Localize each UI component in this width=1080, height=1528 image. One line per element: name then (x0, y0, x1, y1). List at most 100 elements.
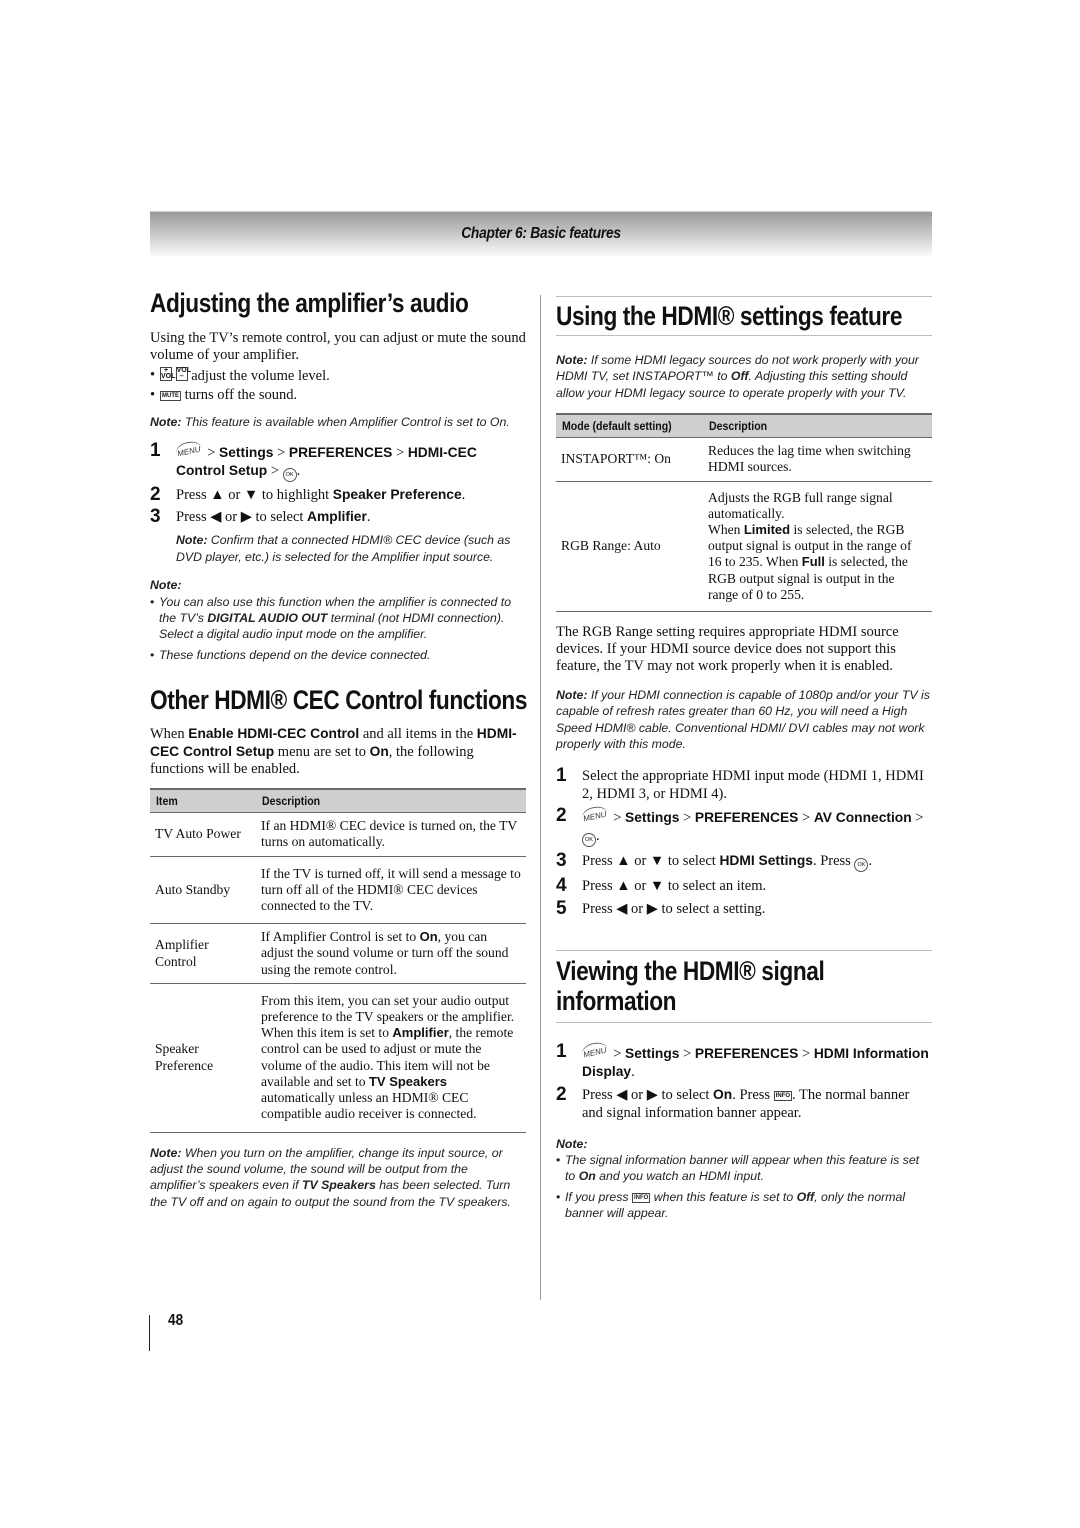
step-bold: HDMI Settings (719, 852, 813, 868)
path-separator: > (277, 445, 286, 462)
desc-bold: Limited (743, 522, 791, 538)
step-number: 1 (150, 440, 161, 462)
note-text: and you watch an HDMI input. (595, 1169, 764, 1184)
signal-note-bullet-2: If you press INFO when this feature is s… (556, 1189, 932, 1222)
section-heading-amplifier-audio: Adjusting the amplifier’s audio (150, 288, 469, 318)
path-separator: > (683, 809, 692, 826)
step-number: 2 (556, 1083, 567, 1105)
col-header-description: Description (256, 788, 526, 814)
step-number: 3 (150, 506, 161, 528)
signal-step-1: 1 MENU > Settings > PREFERENCES > HDMI I… (556, 1040, 932, 1081)
notes-label: Note: (150, 577, 526, 593)
signal-steps: 1 MENU > Settings > PREFERENCES > HDMI I… (556, 1040, 932, 1122)
desc-text: When (708, 522, 744, 538)
cell-item: Auto Standby (150, 856, 256, 925)
heading-rule-block: Viewing the HDMI® signal information (556, 949, 932, 1023)
cec-intro: When Enable HDMI-CEC Control and all ite… (150, 725, 526, 778)
intro-text: menu are set to (274, 744, 370, 761)
note-bold: DIGITAL AUDIO OUT (207, 611, 328, 626)
amp-step-note-text: Confirm that a connected HDMI® CEC devic… (176, 533, 511, 564)
bullet-mute-text: turns off the sound. (184, 387, 298, 403)
step-text: Press ◀ or ▶ to select a setting. (582, 900, 766, 917)
step-text: Press ◀ or ▶ to select (582, 1086, 714, 1103)
path-separator: > (396, 445, 405, 462)
path-settings: Settings (625, 1045, 680, 1061)
desc-bold: TV Speakers (368, 1073, 448, 1089)
step-number: 3 (556, 849, 567, 871)
amplifier-audio-section: Adjusting the amplifier’s audio Using th… (150, 288, 526, 664)
table-header-row: Item Description (150, 788, 526, 814)
right-column: Using the HDMI® settings feature Note: I… (556, 296, 932, 1222)
info-key-icon: INFO (631, 1192, 651, 1203)
step-number: 1 (556, 764, 567, 786)
rgb-paragraph: The RGB Range setting requires appropria… (556, 624, 899, 675)
info-key-icon: INFO (773, 1090, 793, 1101)
cell-item: TV Auto Power (150, 812, 256, 857)
step-text: Press ◀ or ▶ to select (176, 509, 308, 526)
hdmi-settings-table: Mode (default setting) Description INSTA… (556, 413, 932, 613)
desc-bold: Amplifier (392, 1025, 449, 1041)
path-preferences: PREFERENCES (694, 1045, 799, 1061)
page-number: 48 (168, 1312, 184, 1329)
amp-step-note: Note: Confirm that a connected HDMI® CEC… (176, 532, 526, 565)
cell-description: Reduces the lag time when switching HDMI… (703, 437, 932, 482)
cable-note: Note: If your HDMI connection is capable… (556, 687, 932, 753)
cell-item: Amplifier Control (150, 923, 256, 984)
ok-button-icon: OK (282, 468, 297, 483)
step-end: . (366, 509, 371, 526)
bullet-volume: +VOL VOL– adjust the volume level. (150, 367, 526, 385)
amp-note-bullet-2: These functions depend on the device con… (150, 647, 526, 664)
step-number: 1 (556, 1040, 567, 1062)
cell-description: From this item, you can set your audio o… (256, 983, 526, 1133)
settings-step-4: 4 Press ▲ or ▼ to select an item. (556, 874, 932, 896)
path-separator: > (613, 809, 622, 826)
desc-bold: On (419, 929, 438, 945)
heading-line: Viewing the HDMI® signal (556, 955, 825, 986)
amp-notes: Note: You can also use this function whe… (150, 577, 526, 663)
path-separator: > (207, 445, 216, 462)
path-preferences: PREFERENCES (694, 809, 799, 825)
amp-intro: Using the TV’s remote control, you can a… (150, 330, 526, 363)
step-bold: Speaker Preference (332, 487, 462, 503)
note-text: These functions depend on the device con… (159, 647, 431, 662)
settings-note: Note: If some HDMI legacy sources do not… (556, 352, 932, 401)
heading-line: information (556, 985, 677, 1016)
step-bold: Amplifier (307, 509, 367, 525)
desc-text: If Amplifier Control is set to (261, 929, 420, 945)
table-row: TV Auto Power If an HDMI® CEC device is … (150, 812, 526, 857)
amp-step-2: 2 Press ▲ or ▼ to highlight Speaker Pref… (150, 484, 526, 505)
step-text: Press ▲ or ▼ to highlight (176, 487, 333, 504)
step-end: . (461, 487, 466, 504)
amp-note-bullet-1: You can also use this function when the … (150, 594, 526, 643)
section-heading-hdmi-settings: Using the HDMI® settings feature (556, 301, 903, 331)
cec-functions-table: Item Description TV Auto Power If an HDM… (150, 788, 526, 1133)
step-number: 4 (556, 874, 567, 896)
note-text: If your HDMI connection is capable of 10… (556, 688, 930, 752)
note-text: If you press (565, 1189, 632, 1204)
path-separator: > (802, 809, 811, 826)
cec-functions-section: Other HDMI® CEC Control functions When E… (150, 685, 527, 1210)
page-number-rule (149, 1315, 150, 1351)
note-label: Note: (556, 688, 588, 703)
col-header-item: Item (150, 788, 256, 814)
table-header-row: Mode (default setting) Description (556, 413, 932, 439)
settings-step-1: 1 Select the appropriate HDMI input mode… (556, 764, 932, 803)
vol-up-key-icon: + VOL (160, 367, 176, 381)
intro-text: When (150, 726, 189, 743)
note-bold: TV Speakers (301, 1178, 376, 1193)
note-bold: Off (730, 369, 749, 384)
amp-step-1: 1 MENU > Settings > PREFERENCES > HDMI-C… (150, 439, 526, 483)
table-row: Auto Standby If the TV is turned off, it… (150, 856, 526, 925)
chapter-header-bar: Chapter 6: Basic features (150, 211, 932, 256)
signal-step-2: 2 Press ◀ or ▶ to select On. Press INFO.… (556, 1083, 932, 1122)
settings-step-5: 5 Press ◀ or ▶ to select a setting. (556, 898, 932, 919)
note-label: Note: (556, 353, 588, 367)
chapter-title: Chapter 6: Basic features (461, 225, 621, 242)
note-bold: On (578, 1169, 596, 1184)
note-label: Note: (150, 1145, 182, 1160)
intro-bold: Enable HDMI-CEC Control (188, 726, 360, 742)
signal-note-bullet-1: The signal information banner will appea… (556, 1152, 932, 1185)
section-heading-hdmi-signal: Viewing the HDMI® signal information (556, 956, 872, 1016)
table-row: INSTAPORT™: On Reduces the lag time when… (556, 437, 932, 482)
column-divider (540, 295, 541, 1300)
